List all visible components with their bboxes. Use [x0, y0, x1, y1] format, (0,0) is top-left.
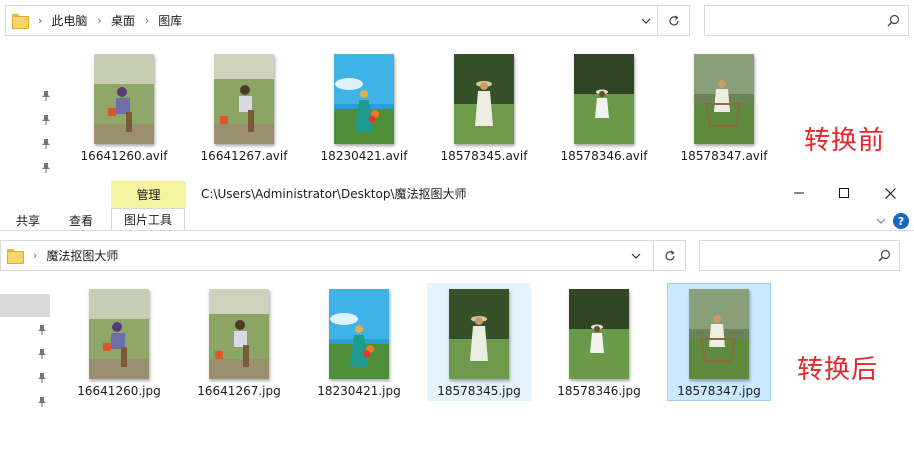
pin-icon[interactable]	[41, 138, 51, 150]
search-input-top[interactable]	[704, 5, 909, 36]
file-name: 18578345.jpg	[437, 384, 521, 398]
photo-thumbnail	[574, 54, 634, 144]
pin-icon[interactable]	[37, 396, 47, 408]
chevron-down-icon[interactable]	[633, 6, 659, 35]
refresh-icon[interactable]	[657, 6, 689, 35]
chevron-right-icon[interactable]: ›	[145, 14, 149, 27]
breadcrumb-item[interactable]: 魔法抠图大师	[46, 247, 118, 264]
photo-thumbnail	[694, 54, 754, 144]
tab-view[interactable]: 查看	[69, 210, 93, 230]
pin-icon[interactable]	[37, 348, 47, 360]
chevron-right-icon[interactable]: ›	[33, 249, 37, 262]
ribbon-divider	[0, 230, 914, 231]
file-item[interactable]: 16641267.avif	[192, 48, 296, 166]
photo-thumbnail	[454, 54, 514, 144]
file-name: 18230421.avif	[320, 149, 408, 163]
photo-thumbnail	[94, 54, 154, 144]
breadcrumb-item[interactable]: 图库	[158, 12, 182, 29]
file-name: 18578347.jpg	[677, 384, 761, 398]
before-label: 转换前	[804, 126, 886, 156]
file-name: 16641267.avif	[200, 149, 288, 163]
after-label: 转换后	[797, 355, 879, 385]
file-item[interactable]: 16641260.avif	[72, 48, 176, 166]
chevron-down-icon[interactable]	[870, 212, 892, 230]
help-icon[interactable]: ?	[893, 213, 909, 229]
file-item[interactable]: 18578346.jpg	[547, 283, 651, 401]
photo-thumbnail	[89, 289, 149, 379]
file-item[interactable]: 18230421.avif	[312, 48, 416, 166]
file-name: 18230421.jpg	[317, 384, 401, 398]
photo-thumbnail	[689, 289, 749, 379]
minimize-icon[interactable]	[788, 184, 810, 202]
photo-thumbnail	[449, 289, 509, 379]
refresh-icon[interactable]	[653, 241, 685, 270]
file-item[interactable]: 16641260.jpg	[67, 283, 171, 401]
pin-icon[interactable]	[41, 90, 51, 102]
photo-thumbnail	[569, 289, 629, 379]
file-name: 18578346.avif	[560, 149, 648, 163]
file-item[interactable]: 18578347.avif	[672, 48, 776, 166]
file-name: 18578346.jpg	[557, 384, 641, 398]
breadcrumb-item[interactable]: 桌面	[111, 12, 135, 29]
address-bar-bottom[interactable]: › 魔法抠图大师	[0, 240, 686, 271]
search-icon[interactable]	[887, 14, 900, 30]
close-icon[interactable]	[879, 184, 901, 202]
file-item[interactable]: 18230421.jpg	[307, 283, 411, 401]
address-bar-top[interactable]: › 此电脑 › 桌面 › 图库	[5, 5, 690, 36]
photo-thumbnail	[214, 54, 274, 144]
photo-thumbnail	[209, 289, 269, 379]
folder-icon	[12, 14, 29, 29]
pin-icon[interactable]	[37, 372, 47, 384]
pin-icon[interactable]	[37, 324, 47, 336]
folder-icon	[7, 249, 24, 264]
pin-icon[interactable]	[41, 162, 51, 174]
file-name: 16641267.jpg	[197, 384, 281, 398]
file-item[interactable]: 18578346.avif	[552, 48, 656, 166]
pin-icon[interactable]	[41, 114, 51, 126]
chevron-right-icon[interactable]: ›	[97, 14, 101, 27]
search-input-bottom[interactable]	[699, 240, 900, 271]
search-icon[interactable]	[878, 249, 891, 265]
tab-share[interactable]: 共享	[16, 210, 40, 230]
tab-picture-tools[interactable]: 图片工具	[111, 208, 186, 230]
file-name: 16641260.avif	[80, 149, 168, 163]
tab-manage-context[interactable]: 管理	[111, 181, 186, 208]
file-item-selected[interactable]: 18578347.jpg	[667, 283, 771, 401]
window-title: C:\Users\Administrator\Desktop\魔法抠图大师	[201, 187, 467, 201]
file-item[interactable]: 18578345.avif	[432, 48, 536, 166]
file-name: 18578345.avif	[440, 149, 528, 163]
chevron-down-icon[interactable]	[623, 241, 649, 270]
maximize-icon[interactable]	[833, 184, 855, 202]
photo-thumbnail	[334, 54, 394, 144]
file-name: 18578347.avif	[680, 149, 768, 163]
file-item-hovered[interactable]: 18578345.jpg	[427, 283, 531, 401]
file-name: 16641260.jpg	[77, 384, 161, 398]
file-item[interactable]: 16641267.jpg	[187, 283, 291, 401]
nav-pane-selected-item[interactable]	[0, 294, 50, 317]
breadcrumb-item[interactable]: 此电脑	[51, 12, 87, 29]
chevron-right-icon[interactable]: ›	[38, 14, 42, 27]
photo-thumbnail	[329, 289, 389, 379]
